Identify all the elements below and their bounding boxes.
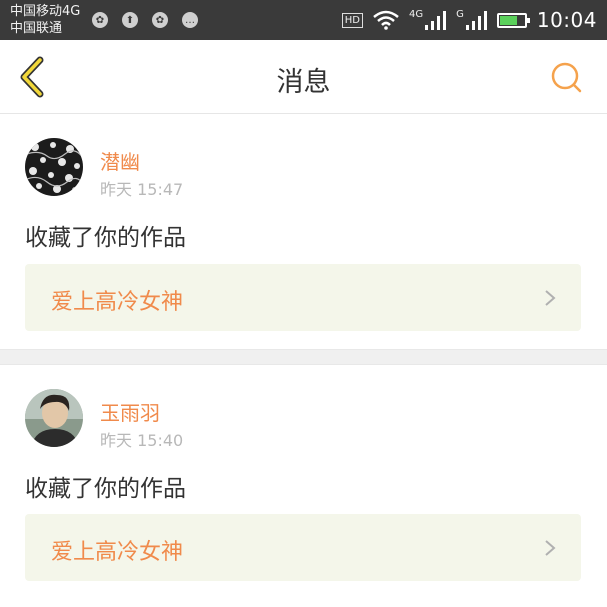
work-link[interactable]: 爱上高冷女神 — [25, 514, 581, 581]
chevron-right-icon — [545, 540, 556, 556]
notification-icon: ✿ — [152, 12, 168, 28]
system-status: HD 4G G 10:04 — [341, 5, 597, 35]
signal-icon — [425, 10, 447, 30]
status-bar: 中国移动4G 中国联通 ✿ ⬆ ✿ … HD 4G G 10:04 — [0, 0, 607, 40]
network-type-label: 4G — [408, 8, 424, 20]
timestamp: 昨天 15:40 — [100, 431, 184, 450]
notification-icons: ✿ ⬆ ✿ … — [92, 12, 198, 28]
signal-icon — [465, 10, 487, 30]
message-card: 玉雨羽 昨天 15:40 收藏了你的作品 爱上高冷女神 — [0, 365, 607, 607]
section-divider — [0, 349, 607, 365]
timestamp: 昨天 15:47 — [100, 180, 184, 199]
action-text: 收藏了你的作品 — [25, 225, 186, 251]
notification-icon: ✿ — [92, 12, 108, 28]
network-type-label: G — [456, 8, 464, 20]
carrier-primary: 中国移动4G — [10, 4, 81, 19]
action-text: 收藏了你的作品 — [25, 476, 186, 502]
wifi-icon — [373, 10, 399, 30]
chevron-right-icon — [545, 290, 556, 306]
search-icon — [551, 62, 582, 93]
carrier-secondary: 中国联通 — [10, 21, 63, 36]
message-card: 潜幽 昨天 15:47 收藏了你的作品 爱上高冷女神 — [0, 114, 607, 349]
hd-icon: HD — [341, 12, 363, 28]
work-title: 爱上高冷女神 — [51, 540, 184, 565]
battery-icon — [496, 12, 530, 28]
clock: 10:04 — [536, 8, 597, 32]
page-title: 消息 — [276, 67, 331, 98]
notification-icon: ⬆ — [122, 12, 138, 28]
avatar[interactable] — [25, 138, 83, 196]
chat-icon: … — [182, 12, 198, 28]
username[interactable]: 玉雨羽 — [100, 397, 160, 426]
avatar[interactable] — [25, 389, 83, 447]
search-button[interactable] — [549, 60, 585, 96]
top-nav-bar: 消息 — [0, 40, 607, 114]
carrier-info: 中国移动4G 中国联通 — [10, 3, 80, 37]
work-title: 爱上高冷女神 — [51, 290, 184, 315]
username[interactable]: 潜幽 — [100, 146, 140, 175]
work-link[interactable]: 爱上高冷女神 — [25, 264, 581, 331]
